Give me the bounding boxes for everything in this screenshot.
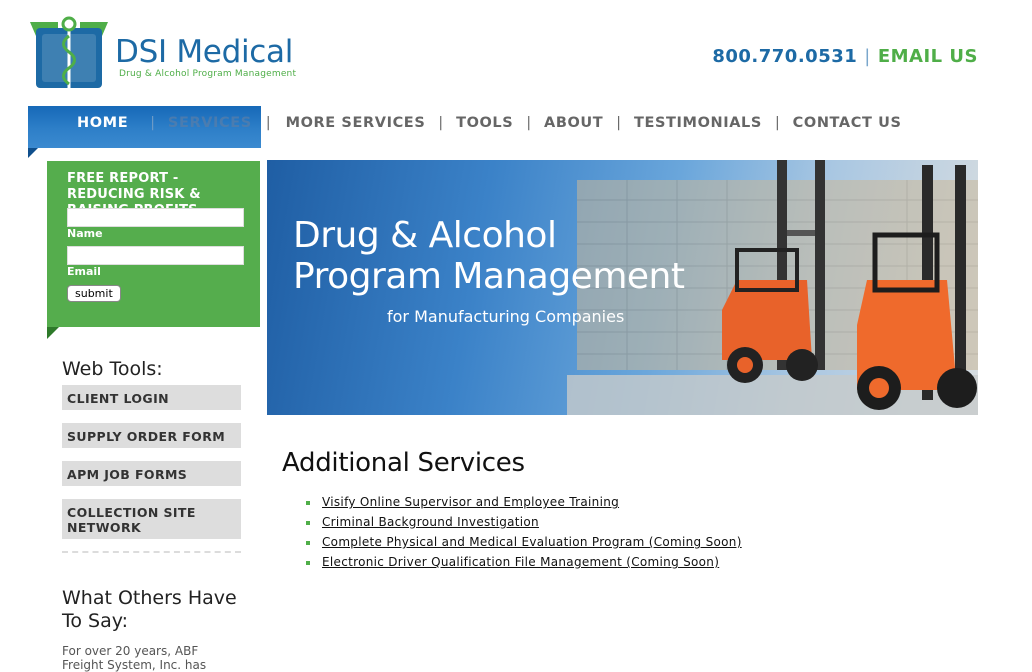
email-us-link[interactable]: EMAIL US <box>878 46 978 67</box>
nav-item-about[interactable]: ABOUT <box>544 115 603 131</box>
email-label: Email <box>67 265 101 278</box>
nav-item-services[interactable]: SERVICES <box>168 115 252 131</box>
page-title: Additional Services <box>282 448 525 478</box>
nav-separator: | <box>526 115 532 131</box>
nav-separator: | <box>150 115 155 131</box>
free-report-form: FREE REPORT - REDUCING RISK & RAISING PR… <box>47 161 260 327</box>
hero-title-line2: Program Management <box>293 256 685 297</box>
list-item: Visify Online Supervisor and Employee Tr… <box>304 493 742 513</box>
hero-banner: Drug & Alcohol Program Management for Ma… <box>267 160 978 415</box>
hero-title-line1: Drug & Alcohol <box>293 215 557 256</box>
site-logo[interactable]: DSI Medical Drug & Alcohol Program Manag… <box>28 16 318 98</box>
sidebar-divider <box>62 551 241 553</box>
bullet-icon <box>306 521 310 525</box>
name-label: Name <box>67 227 103 240</box>
service-link-physical[interactable]: Complete Physical and Medical Evaluation… <box>322 535 742 549</box>
apm-job-forms-button[interactable]: APM JOB FORMS <box>62 461 241 486</box>
submit-button[interactable]: submit <box>67 285 121 302</box>
hero-subtitle: for Manufacturing Companies <box>387 307 625 326</box>
contact-separator: | <box>864 46 871 67</box>
email-field[interactable] <box>67 246 244 265</box>
caduceus-logo-icon <box>30 16 108 96</box>
client-login-button[interactable]: CLIENT LOGIN <box>62 385 241 410</box>
bullet-icon <box>306 501 310 505</box>
nav-separator: | <box>616 115 622 131</box>
web-tools-heading: Web Tools: <box>62 358 163 380</box>
service-link-driver-file[interactable]: Electronic Driver Qualification File Man… <box>322 555 719 569</box>
nav-item-more-services[interactable]: MORE SERVICES <box>286 115 426 131</box>
hero-title: Drug & Alcohol Program Management <box>293 215 685 297</box>
report-fold-decoration <box>47 327 59 339</box>
phone-link[interactable]: 800.770.0531 <box>712 46 857 67</box>
list-item: Electronic Driver Qualification File Man… <box>304 553 742 573</box>
nav-items: HOME | SERVICES | MORE SERVICES | TOOLS … <box>28 106 902 140</box>
nav-separator: | <box>774 115 780 131</box>
logo-name: DSI Medical <box>115 34 294 70</box>
service-link-background[interactable]: Criminal Background Investigation <box>322 515 539 529</box>
bullet-icon <box>306 541 310 545</box>
nav-item-contact-us[interactable]: CONTACT US <box>793 115 902 131</box>
nav-item-testimonials[interactable]: TESTIMONIALS <box>634 115 762 131</box>
header-contact: 800.770.0531 | EMAIL US <box>712 46 978 67</box>
list-item: Complete Physical and Medical Evaluation… <box>304 533 742 553</box>
main-nav: HOME | SERVICES | MORE SERVICES | TOOLS … <box>28 106 928 158</box>
list-item: Criminal Background Investigation <box>304 513 742 533</box>
supply-order-form-button[interactable]: SUPPLY ORDER FORM <box>62 423 241 448</box>
name-field[interactable] <box>67 208 244 227</box>
logo-tagline: Drug & Alcohol Program Management <box>119 69 297 79</box>
nav-fold-decoration <box>28 148 38 158</box>
testimonials-heading: What Others Have To Say: <box>62 587 237 632</box>
nav-separator: | <box>265 115 271 131</box>
bullet-icon <box>306 561 310 565</box>
nav-item-home[interactable]: HOME <box>77 115 128 131</box>
collection-site-network-button[interactable]: COLLECTION SITE NETWORK <box>62 499 241 539</box>
nav-item-tools[interactable]: TOOLS <box>456 115 513 131</box>
service-link-visify[interactable]: Visify Online Supervisor and Employee Tr… <box>322 495 619 509</box>
nav-separator: | <box>438 115 444 131</box>
services-list: Visify Online Supervisor and Employee Tr… <box>304 493 742 573</box>
